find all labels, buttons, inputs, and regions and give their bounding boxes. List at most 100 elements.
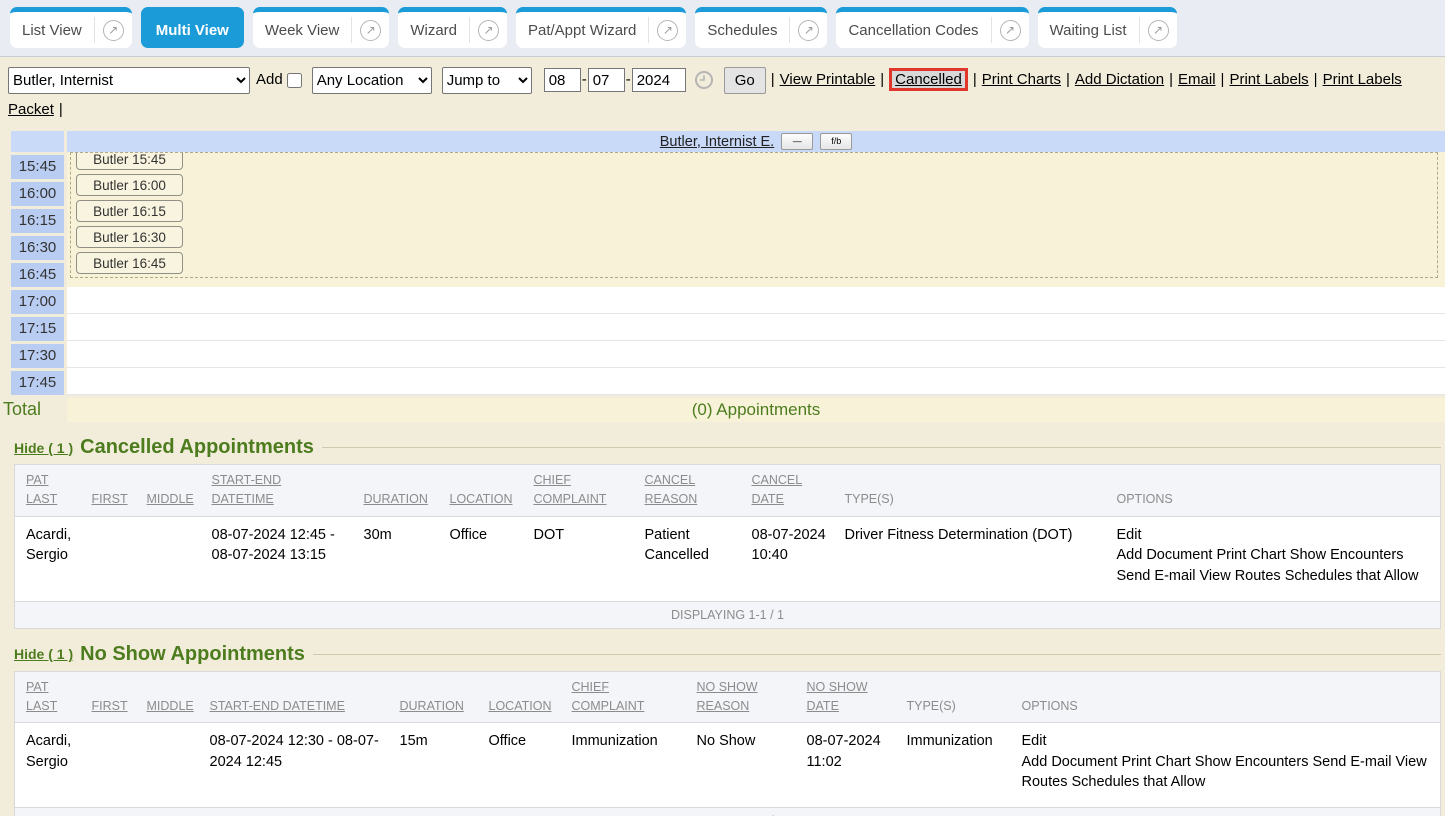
tab-cancellation-codes[interactable]: Cancellation Codes ↗ bbox=[836, 7, 1028, 48]
divider bbox=[313, 654, 1441, 655]
tab-wizard[interactable]: Wizard ↗ bbox=[398, 7, 507, 48]
col-cancel-date[interactable]: CANCEL DATE bbox=[741, 465, 834, 517]
tab-multi-view[interactable]: Multi View bbox=[141, 7, 244, 48]
print-labels-link[interactable]: Print Labels bbox=[1229, 71, 1308, 88]
print-charts-link[interactable]: Print Charts bbox=[982, 71, 1061, 88]
add-document-option[interactable]: Add Document bbox=[1022, 754, 1118, 770]
divider bbox=[789, 17, 790, 43]
slot-button-1545[interactable]: Butler 15:45 bbox=[76, 152, 183, 170]
edit-option[interactable]: Edit bbox=[1022, 733, 1047, 749]
open-in-new-icon[interactable]: ↗ bbox=[103, 20, 124, 41]
col-pat-last[interactable]: PAT LAST bbox=[15, 671, 81, 723]
col-noshow-date[interactable]: NO SHOW DATE bbox=[796, 671, 896, 723]
slot-button-1615[interactable]: Butler 16:15 bbox=[76, 200, 183, 222]
col-duration[interactable]: DURATION bbox=[353, 465, 439, 517]
send-email-option[interactable]: Send E-mail bbox=[1117, 568, 1196, 584]
location-select[interactable]: Any Location bbox=[312, 67, 432, 94]
send-email-option[interactable]: Send E-mail bbox=[1312, 754, 1391, 770]
col-chief-complaint[interactable]: CHIEF COMPLAINT bbox=[561, 671, 686, 723]
col-first[interactable]: FIRST bbox=[81, 671, 136, 723]
tab-pat-appt-wizard[interactable]: Pat/Appt Wizard ↗ bbox=[516, 7, 686, 48]
cell-duration: 30m bbox=[353, 516, 439, 601]
total-label: Total bbox=[3, 399, 67, 420]
fb-button[interactable]: f/b bbox=[820, 133, 852, 150]
open-in-new-icon[interactable]: ↗ bbox=[1000, 20, 1021, 41]
col-cancel-reason[interactable]: CANCEL REASON bbox=[634, 465, 741, 517]
provider-select[interactable]: Butler, Internist bbox=[8, 67, 250, 94]
view-printable-link[interactable]: View Printable bbox=[780, 71, 876, 88]
cell-location: Office bbox=[439, 516, 523, 601]
date-separator: - bbox=[582, 71, 587, 88]
slot-button-1645[interactable]: Butler 16:45 bbox=[76, 252, 183, 274]
empty-slot-row[interactable] bbox=[67, 287, 1445, 314]
add-checkbox[interactable] bbox=[287, 73, 302, 88]
col-options: OPTIONS bbox=[1106, 465, 1441, 517]
go-button[interactable]: Go bbox=[724, 67, 766, 94]
col-pat-last[interactable]: PAT LAST bbox=[15, 465, 81, 517]
cell-types: Driver Fitness Determination (DOT) bbox=[834, 516, 1106, 601]
tab-label: Wizard bbox=[398, 22, 469, 39]
cancelled-displaying: DISPLAYING 1-1 / 1 bbox=[15, 601, 1441, 628]
view-routes-option[interactable]: View Routes bbox=[1200, 568, 1281, 584]
col-chief-complaint[interactable]: CHIEF COMPLAINT bbox=[523, 465, 634, 517]
slot-button-1600[interactable]: Butler 16:00 bbox=[76, 174, 183, 196]
col-noshow-reason[interactable]: NO SHOW REASON bbox=[686, 671, 796, 723]
show-encounters-option[interactable]: Show Encounters bbox=[1290, 547, 1404, 563]
slot-button-1630[interactable]: Butler 16:30 bbox=[76, 226, 183, 248]
tab-schedules[interactable]: Schedules ↗ bbox=[695, 7, 827, 48]
date-day-field[interactable] bbox=[588, 68, 625, 92]
open-slot-area: Butler 15:45 Butler 16:00 Butler 16:15 B… bbox=[67, 152, 1445, 287]
open-in-new-icon[interactable]: ↗ bbox=[360, 20, 381, 41]
show-encounters-option[interactable]: Show Encounters bbox=[1195, 754, 1309, 770]
add-dictation-link[interactable]: Add Dictation bbox=[1075, 71, 1164, 88]
open-in-new-icon[interactable]: ↗ bbox=[798, 20, 819, 41]
add-document-option[interactable]: Add Document bbox=[1117, 547, 1213, 563]
time-label-1615: 16:15 bbox=[11, 209, 64, 233]
empty-slot-row[interactable] bbox=[67, 341, 1445, 368]
col-start-end[interactable]: START-END DATETIME bbox=[199, 671, 389, 723]
date-month-field[interactable] bbox=[544, 68, 581, 92]
cancelled-link[interactable]: Cancelled bbox=[889, 68, 968, 91]
hide-noshow-link[interactable]: Hide ( 1 ) bbox=[14, 646, 73, 662]
col-duration[interactable]: DURATION bbox=[389, 671, 478, 723]
empty-slot-row[interactable] bbox=[67, 368, 1445, 395]
col-start-end[interactable]: START-END DATETIME bbox=[201, 465, 353, 517]
print-chart-option[interactable]: Print Chart bbox=[1216, 547, 1285, 563]
clock-icon[interactable] bbox=[694, 70, 714, 90]
toolbar: Butler, Internist Add Any Location Jump … bbox=[0, 57, 1445, 127]
tab-label: Cancellation Codes bbox=[836, 22, 990, 39]
schedules-that-allow-option[interactable]: Schedules that Allow bbox=[1285, 568, 1419, 584]
print-chart-option[interactable]: Print Chart bbox=[1121, 754, 1190, 770]
open-in-new-icon[interactable]: ↗ bbox=[657, 20, 678, 41]
col-first[interactable]: FIRST bbox=[81, 465, 136, 517]
tab-week-view[interactable]: Week View ↗ bbox=[253, 7, 389, 48]
col-location[interactable]: LOCATION bbox=[439, 465, 523, 517]
open-in-new-icon[interactable]: ↗ bbox=[1148, 20, 1169, 41]
cell-location: Office bbox=[478, 723, 561, 808]
jump-to-select[interactable]: Jump to bbox=[442, 67, 532, 94]
cell-chief-complaint: DOT bbox=[523, 516, 634, 601]
col-middle[interactable]: MIDDLE bbox=[136, 465, 201, 517]
cell-first bbox=[81, 723, 136, 808]
edit-option[interactable]: Edit bbox=[1117, 527, 1142, 543]
email-link[interactable]: Email bbox=[1178, 71, 1216, 88]
time-label-1715: 17:15 bbox=[11, 317, 64, 341]
open-in-new-icon[interactable]: ↗ bbox=[478, 20, 499, 41]
col-middle[interactable]: MIDDLE bbox=[136, 671, 199, 723]
date-year-field[interactable] bbox=[632, 68, 686, 92]
collapse-button[interactable]: — bbox=[781, 133, 813, 150]
col-location[interactable]: LOCATION bbox=[478, 671, 561, 723]
empty-slot-row[interactable] bbox=[67, 314, 1445, 341]
noshow-title: No Show Appointments bbox=[80, 643, 305, 666]
divider bbox=[94, 17, 95, 43]
cell-start-end: 08-07-2024 12:30 - 08-07-2024 12:45 bbox=[199, 723, 389, 808]
tab-waiting-list[interactable]: Waiting List ↗ bbox=[1038, 7, 1177, 48]
tab-list-view[interactable]: List View ↗ bbox=[10, 7, 132, 48]
gutter-header-cell bbox=[11, 131, 64, 152]
link-separator: | bbox=[1314, 71, 1318, 88]
cell-start-end: 08-07-2024 12:45 - 08-07-2024 13:15 bbox=[201, 516, 353, 601]
provider-link[interactable]: Butler, Internist E. bbox=[660, 134, 774, 150]
col-types: TYPE(S) bbox=[896, 671, 1011, 723]
schedules-that-allow-option[interactable]: Schedules that Allow bbox=[1071, 774, 1205, 790]
hide-cancelled-link[interactable]: Hide ( 1 ) bbox=[14, 440, 73, 456]
